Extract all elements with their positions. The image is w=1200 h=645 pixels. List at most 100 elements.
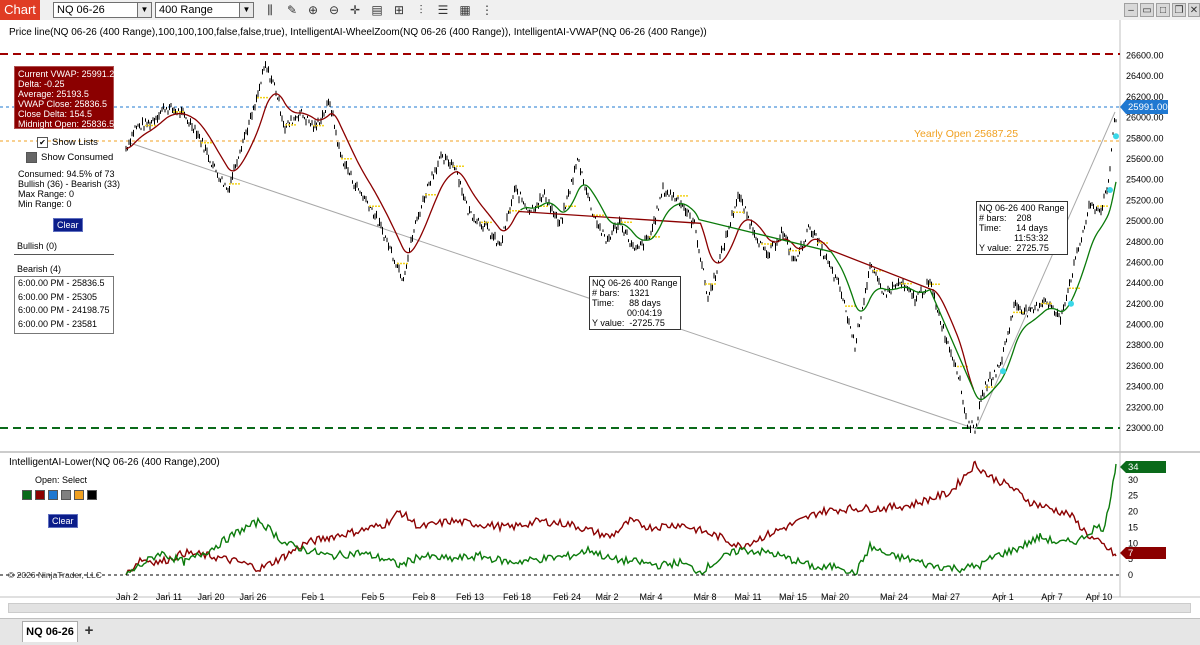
list-item[interactable]: 6:00.00 PM - 25305 (15, 291, 113, 305)
lower-tick-label: 25 (1128, 491, 1138, 501)
price-tick-label: 23600.00 (1126, 361, 1164, 371)
vwap-info-box: Current VWAP: 25991.25 Delta: -0.25 Aver… (14, 66, 120, 129)
bearish-list[interactable]: 6:00.00 PM - 25836.5 6:00.00 PM - 25305 … (14, 276, 114, 334)
price-tick-label: 23200.00 (1126, 402, 1164, 412)
draw-pencil-icon[interactable]: ✎ (283, 1, 301, 19)
cyan-marker (1000, 368, 1006, 375)
price-tick-label: 24800.00 (1126, 237, 1164, 247)
tooltip-line: NQ 06-26 400 Range (592, 278, 678, 288)
tooltip-line: Time: 88 days (592, 298, 661, 308)
add-tab-icon[interactable]: + (80, 622, 98, 640)
green-value-label: 34 (1128, 462, 1139, 473)
chevron-down-icon[interactable]: ▼ (137, 3, 151, 17)
list-item[interactable]: 6:00.00 PM - 24198.75 (15, 304, 113, 318)
vwap-average: Average: 25193.5 (18, 89, 89, 99)
cyan-marker (1113, 133, 1119, 140)
red-value-label: 7 (1128, 548, 1134, 559)
chart-toolbar: Chart NQ 06-26 ▼ 400 Range ▼ ⫼ ✎ ⊕ ⊖ ✛ ▤… (0, 0, 1200, 21)
bullish-list-header: Bullish (0) (17, 241, 58, 251)
price-tick-label: 23000.00 (1126, 423, 1164, 433)
vwap-close: VWAP Close: 25836.5 (18, 99, 108, 109)
strategies-icon[interactable]: ⊞ (390, 1, 408, 19)
tooltip-line: Y value: 2725.75 (979, 243, 1049, 253)
price-tick-label: 25600.00 (1126, 154, 1164, 164)
lower-tick-label: 30 (1128, 475, 1138, 485)
checkmark-icon[interactable]: ✔ (37, 137, 48, 148)
consumed-stat: Consumed: 94.5% of 73 (18, 169, 115, 179)
templates-icon[interactable]: ▦ (456, 1, 474, 19)
max-range-stat: Max Range: 0 (18, 189, 75, 199)
restore-icon[interactable]: ▭ (1140, 3, 1154, 17)
vwap-delta: Delta: -0.25 (18, 79, 65, 89)
tab-instrument[interactable]: NQ 06-26 (22, 621, 78, 642)
current-price-value: 25991.00 (1128, 102, 1168, 113)
vwap-current: Current VWAP: 25991.25 (18, 69, 120, 79)
show-consumed-label: Show Consumed (41, 152, 114, 164)
show-consumed-checkbox[interactable]: Show Consumed (26, 152, 113, 163)
show-lists-label: Show Lists (52, 137, 98, 149)
zoom-out-icon[interactable]: ⊖ (325, 1, 343, 19)
zoom-in-icon[interactable]: ⊕ (304, 1, 322, 19)
properties-icon[interactable]: ☰ (434, 1, 452, 19)
color-swatch-blue[interactable] (48, 490, 58, 500)
chart-window-label: Chart (0, 0, 40, 20)
indicators-icon[interactable]: ⫶ (412, 1, 430, 19)
price-tick-label: 25400.00 (1126, 175, 1164, 185)
tooltip-line: Y value: -2725.75 (592, 318, 665, 328)
min-range-stat: Min Range: 0 (18, 199, 72, 209)
tooltip-line: Time: 14 days (979, 223, 1048, 233)
lower-panel-title: IntelligentAI-Lower(NQ 06-26 (400 Range)… (9, 457, 220, 468)
restore-down-icon[interactable]: ❐ (1172, 3, 1186, 17)
lower-clear-button[interactable]: Clear (48, 514, 78, 528)
show-lists-checkbox[interactable]: ✔ Show Lists (37, 137, 98, 148)
price-tick-label: 23400.00 (1126, 382, 1164, 392)
close-icon[interactable]: ✕ (1188, 3, 1200, 17)
more-icon[interactable]: ⋮ (478, 1, 496, 19)
lower-tick-label: 0 (1128, 570, 1133, 580)
price-tick-label: 25800.00 (1126, 133, 1164, 143)
maximize-icon[interactable]: □ (1156, 3, 1170, 17)
price-tick-label: 25000.00 (1126, 216, 1164, 226)
data-box-icon[interactable]: ▤ (368, 1, 386, 19)
color-swatch-gray[interactable] (61, 490, 71, 500)
price-panel-title: Price line(NQ 06-26 (400 Range),100,100,… (9, 27, 707, 38)
lower-tick-label: 20 (1128, 507, 1138, 517)
minimize-icon[interactable]: – (1124, 3, 1138, 17)
measure-tooltip-left: NQ 06-26 400 Range # bars: 1321 Time: 88 d… (589, 276, 681, 330)
cyan-marker (1107, 187, 1113, 193)
price-tick-label: 26000.00 (1126, 113, 1164, 123)
color-swatch-green[interactable] (22, 490, 32, 500)
lower-tick-label: 15 (1128, 522, 1138, 532)
bar-type-value: 400 Range (159, 4, 213, 16)
tooltip-line: 00:04:19 (592, 308, 663, 318)
color-swatch-black[interactable] (87, 490, 97, 500)
vwap-midnight-open: Midnight Open: 25836.5 (18, 119, 115, 129)
tooltip-line: 11:53:32 (979, 233, 1049, 243)
price-tick-label: 24200.00 (1126, 299, 1164, 309)
yearly-open-label: Yearly Open 25687.25 (914, 128, 1019, 140)
measure-tooltip-right: NQ 06-26 400 Range # bars: 208 Time: 14 da… (976, 201, 1068, 255)
price-tick-label: 26400.00 (1126, 71, 1164, 81)
price-tick-label: 25200.00 (1126, 195, 1164, 205)
cyan-marker (1068, 300, 1074, 307)
bar-style-icon[interactable]: ⫼ (261, 1, 279, 19)
tooltip-line: # bars: 208 (979, 213, 1032, 223)
list-item[interactable]: 6:00.00 PM - 25836.5 (15, 277, 113, 291)
list-item[interactable]: 6:00.00 PM - 23581 (15, 318, 113, 332)
horizontal-scrollbar[interactable] (8, 603, 1191, 613)
tooltip-line: NQ 06-26 400 Range (979, 203, 1065, 213)
price-tick-label: 24400.00 (1126, 278, 1164, 288)
instrument-selector[interactable]: NQ 06-26 ▼ (53, 2, 152, 18)
vwap-close-delta: Close Delta: 154.5 (18, 109, 93, 119)
crosshair-icon[interactable]: ✛ (346, 1, 364, 19)
color-swatch-orange[interactable] (74, 490, 84, 500)
bull-bear-stat: Bullish (36) - Bearish (33) (18, 179, 121, 189)
clear-button[interactable]: Clear (53, 218, 83, 232)
color-swatch-red[interactable] (35, 490, 45, 500)
chevron-down-icon[interactable]: ▼ (239, 3, 253, 17)
bar-type-selector[interactable]: 400 Range ▼ (155, 2, 254, 18)
checkbox-icon[interactable] (26, 152, 37, 163)
copyright-text: © 2026 NinjaTrader, LLC (8, 570, 102, 580)
open-select-label[interactable]: Open: Select (35, 475, 87, 485)
price-tick-label: 24000.00 (1126, 320, 1164, 330)
